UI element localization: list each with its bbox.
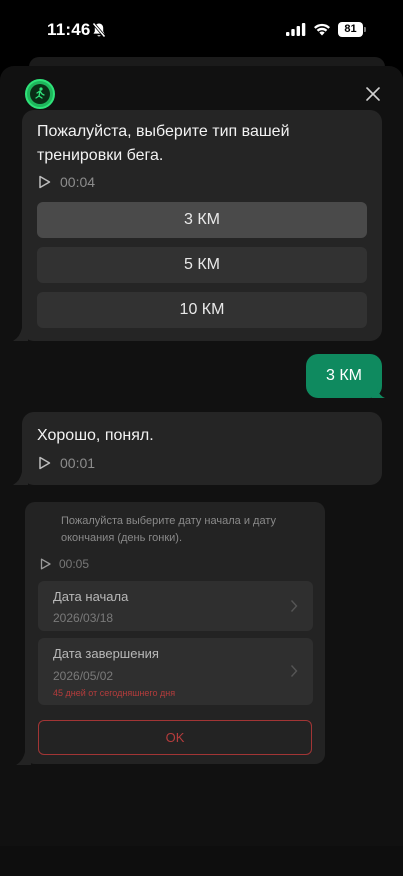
bot-question-line1: Пожалуйста, выберите тип вашей xyxy=(37,123,290,140)
battery-tip xyxy=(364,27,366,32)
start-date-row[interactable]: Дата начала 2026/03/18 xyxy=(38,581,313,631)
user-reply-bubble: 3 КМ xyxy=(306,354,382,398)
date-picker-intro: Пожалуйста выберите дату начала и дату о… xyxy=(61,513,311,547)
bot-ack-audio[interactable]: 00:01 xyxy=(38,455,95,471)
play-icon[interactable] xyxy=(40,558,51,570)
signal-icon xyxy=(286,23,306,36)
bot-question-audio[interactable]: 00:04 xyxy=(38,174,95,190)
audio-duration: 00:04 xyxy=(60,174,96,190)
screen: 11:46 81 Пожалуйста, выберите тип вашей … xyxy=(0,0,403,876)
play-icon[interactable] xyxy=(38,456,51,470)
chevron-right-icon xyxy=(290,600,298,612)
chat-sheet: Пожалуйста, выберите тип вашей тренировк… xyxy=(0,66,403,876)
start-date-label: Дата начала xyxy=(53,589,129,604)
ok-button[interactable]: OK xyxy=(38,720,312,755)
battery-level: 81 xyxy=(338,22,363,37)
status-bar: 11:46 81 xyxy=(0,0,403,60)
battery-icon: 81 xyxy=(338,22,366,37)
audio-duration: 00:05 xyxy=(59,557,90,571)
date-intro-line2: окончания (день гонки). xyxy=(61,532,183,544)
date-picker-audio[interactable]: 00:05 xyxy=(40,557,89,571)
wifi-icon xyxy=(314,23,330,36)
play-icon[interactable] xyxy=(38,175,51,189)
end-date-row[interactable]: Дата завершения 2026/05/02 45 дней от се… xyxy=(38,638,313,705)
user-reply-tail xyxy=(372,387,385,398)
avatar-inner xyxy=(30,84,50,104)
end-date-value: 2026/05/02 xyxy=(53,669,114,683)
bot-ack-tail xyxy=(13,472,28,485)
date-card-tail xyxy=(16,752,31,765)
bot-question-line2: тренировки бега. xyxy=(37,147,164,164)
close-icon[interactable] xyxy=(362,83,384,105)
status-time: 11:46 xyxy=(47,20,91,39)
audio-duration: 00:01 xyxy=(60,455,96,471)
option-10km[interactable]: 10 КМ xyxy=(37,292,367,328)
bot-question-tail xyxy=(13,328,28,341)
bot-ack-text: Хорошо, понял. xyxy=(37,427,154,444)
runner-glyph-icon xyxy=(35,87,45,99)
runner-logo-icon xyxy=(25,79,55,109)
bell-off-icon xyxy=(92,22,106,38)
sheet-bottom-bar xyxy=(0,846,403,876)
chevron-right-icon xyxy=(290,665,298,677)
date-picker-card: Пожалуйста выберите дату начала и дату о… xyxy=(25,502,325,764)
option-5km[interactable]: 5 КМ xyxy=(37,247,367,283)
end-date-note: 45 дней от сегодняшнего дня xyxy=(53,688,176,698)
start-date-value: 2026/03/18 xyxy=(53,611,114,625)
date-intro-line1: Пожалуйста выберите дату начала и дату xyxy=(61,515,276,527)
end-date-label: Дата завершения xyxy=(53,646,159,661)
option-3km[interactable]: 3 КМ xyxy=(37,202,367,238)
